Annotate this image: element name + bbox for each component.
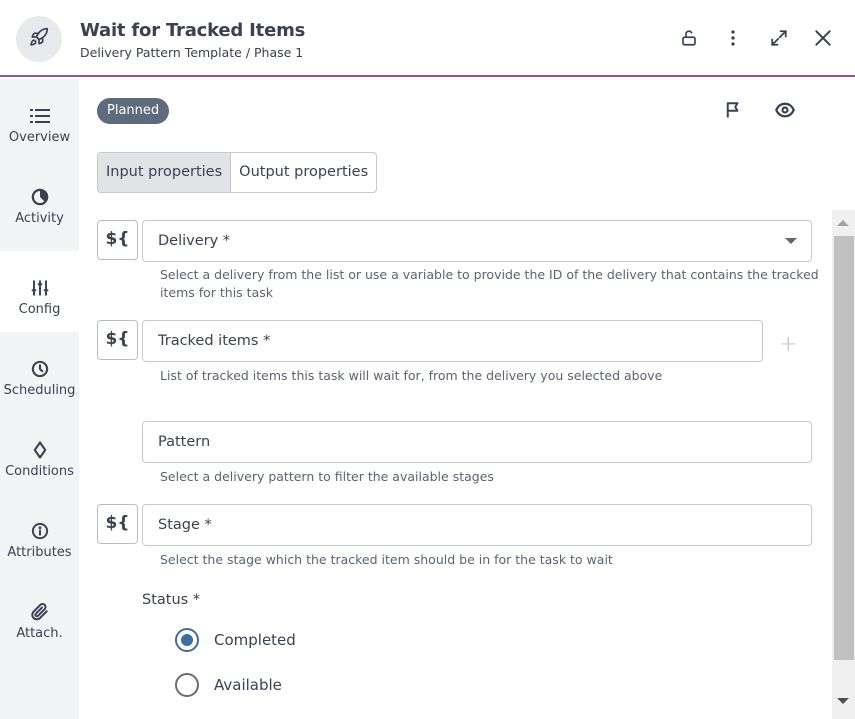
status-radio-completed[interactable] <box>175 628 199 652</box>
stage-label: Stage * <box>158 517 212 533</box>
sidebar-item-attributes[interactable]: Attributes <box>0 494 79 575</box>
sidebar-item-label: Attributes <box>7 545 72 560</box>
expand-button[interactable] <box>767 28 791 52</box>
list-icon <box>29 106 50 126</box>
chevron-down-icon[interactable] <box>785 238 797 244</box>
status-badge: Planned <box>97 98 170 124</box>
add-tracked-item-button[interactable]: + <box>779 332 797 357</box>
delivery-help-text: Select a delivery from the list or use a… <box>160 267 819 300</box>
panel-header: Wait for Tracked Items Delivery Pattern … <box>0 0 855 77</box>
activity-pie-icon <box>30 187 50 207</box>
delivery-label: Delivery * <box>158 233 231 249</box>
sidebar-item-activity[interactable]: Activity <box>0 160 79 241</box>
sidebar-nav: Overview Activity Config Scheduling Cond… <box>0 79 79 719</box>
unlock-icon <box>680 29 698 51</box>
sidebar-item-overview[interactable]: Overview <box>0 79 79 160</box>
scroll-down-arrow-icon[interactable] <box>837 698 849 704</box>
tracked-items-variable-toggle[interactable]: ${ <box>97 320 138 360</box>
diamond-icon <box>30 440 50 460</box>
rocket-icon <box>29 27 49 51</box>
status-option-label[interactable]: Completed <box>214 631 296 649</box>
more-vertical-icon <box>724 29 742 51</box>
more-options-button[interactable] <box>721 28 745 52</box>
sidebar-item-config[interactable]: Config <box>0 251 79 332</box>
scrollbar[interactable] <box>832 210 855 719</box>
sliders-icon <box>30 278 50 298</box>
properties-tabs: Input properties Output properties <box>97 152 378 193</box>
tracked-items-label: Tracked items * <box>158 333 271 349</box>
status-option-label[interactable]: Available <box>214 676 282 694</box>
delivery-variable-toggle[interactable]: ${ <box>97 220 138 260</box>
status-radio-available[interactable] <box>175 673 199 697</box>
sidebar-item-label: Scheduling <box>3 383 76 398</box>
pattern-input[interactable]: Pattern <box>142 421 812 463</box>
sidebar-item-conditions[interactable]: Conditions <box>0 413 79 494</box>
status-field-label: Status * <box>142 592 201 608</box>
close-icon <box>813 28 833 52</box>
flag-icon <box>724 101 742 123</box>
stage-variable-toggle[interactable]: ${ <box>97 504 138 544</box>
paperclip-icon <box>30 602 50 622</box>
stage-input[interactable]: Stage * <box>142 504 812 546</box>
stage-help-text: Select the stage which the tracked item … <box>160 552 613 567</box>
task-title: Wait for Tracked Items <box>80 20 306 41</box>
tracked-items-input[interactable]: Tracked items * <box>142 320 763 362</box>
close-button[interactable] <box>811 28 835 52</box>
tab-output-properties[interactable]: Output properties <box>231 153 376 192</box>
sidebar-item-label: Conditions <box>5 464 74 479</box>
tracked-items-help-text: List of tracked items this task will wai… <box>160 368 663 383</box>
tab-input-properties[interactable]: Input properties <box>98 153 232 192</box>
pattern-label: Pattern <box>158 434 211 450</box>
sidebar-item-scheduling[interactable]: Scheduling <box>0 332 79 413</box>
sidebar-item-label: Overview <box>8 130 71 145</box>
delivery-dropdown[interactable]: Delivery * <box>142 220 812 262</box>
scroll-up-arrow-icon[interactable] <box>837 220 849 226</box>
eye-icon <box>775 101 795 123</box>
config-panel: Planned Input properties Output properti… <box>79 79 855 719</box>
info-icon <box>30 521 50 541</box>
breadcrumb: Delivery Pattern Template / Phase 1 <box>80 45 304 60</box>
sidebar-item-label: Attach. <box>16 626 63 641</box>
unlock-button[interactable] <box>677 28 701 52</box>
sidebar-item-attachments[interactable]: Attach. <box>0 575 79 656</box>
watch-button[interactable] <box>774 101 796 123</box>
task-type-avatar <box>16 16 62 62</box>
scrollbar-thumb[interactable] <box>834 236 854 660</box>
flag-button[interactable] <box>722 101 744 123</box>
sidebar-item-label: Activity <box>15 211 64 226</box>
sidebar-item-label: Config <box>18 302 61 317</box>
expand-icon <box>770 29 788 51</box>
clock-icon <box>30 359 50 379</box>
pattern-help-text: Select a delivery pattern to filter the … <box>160 469 494 484</box>
